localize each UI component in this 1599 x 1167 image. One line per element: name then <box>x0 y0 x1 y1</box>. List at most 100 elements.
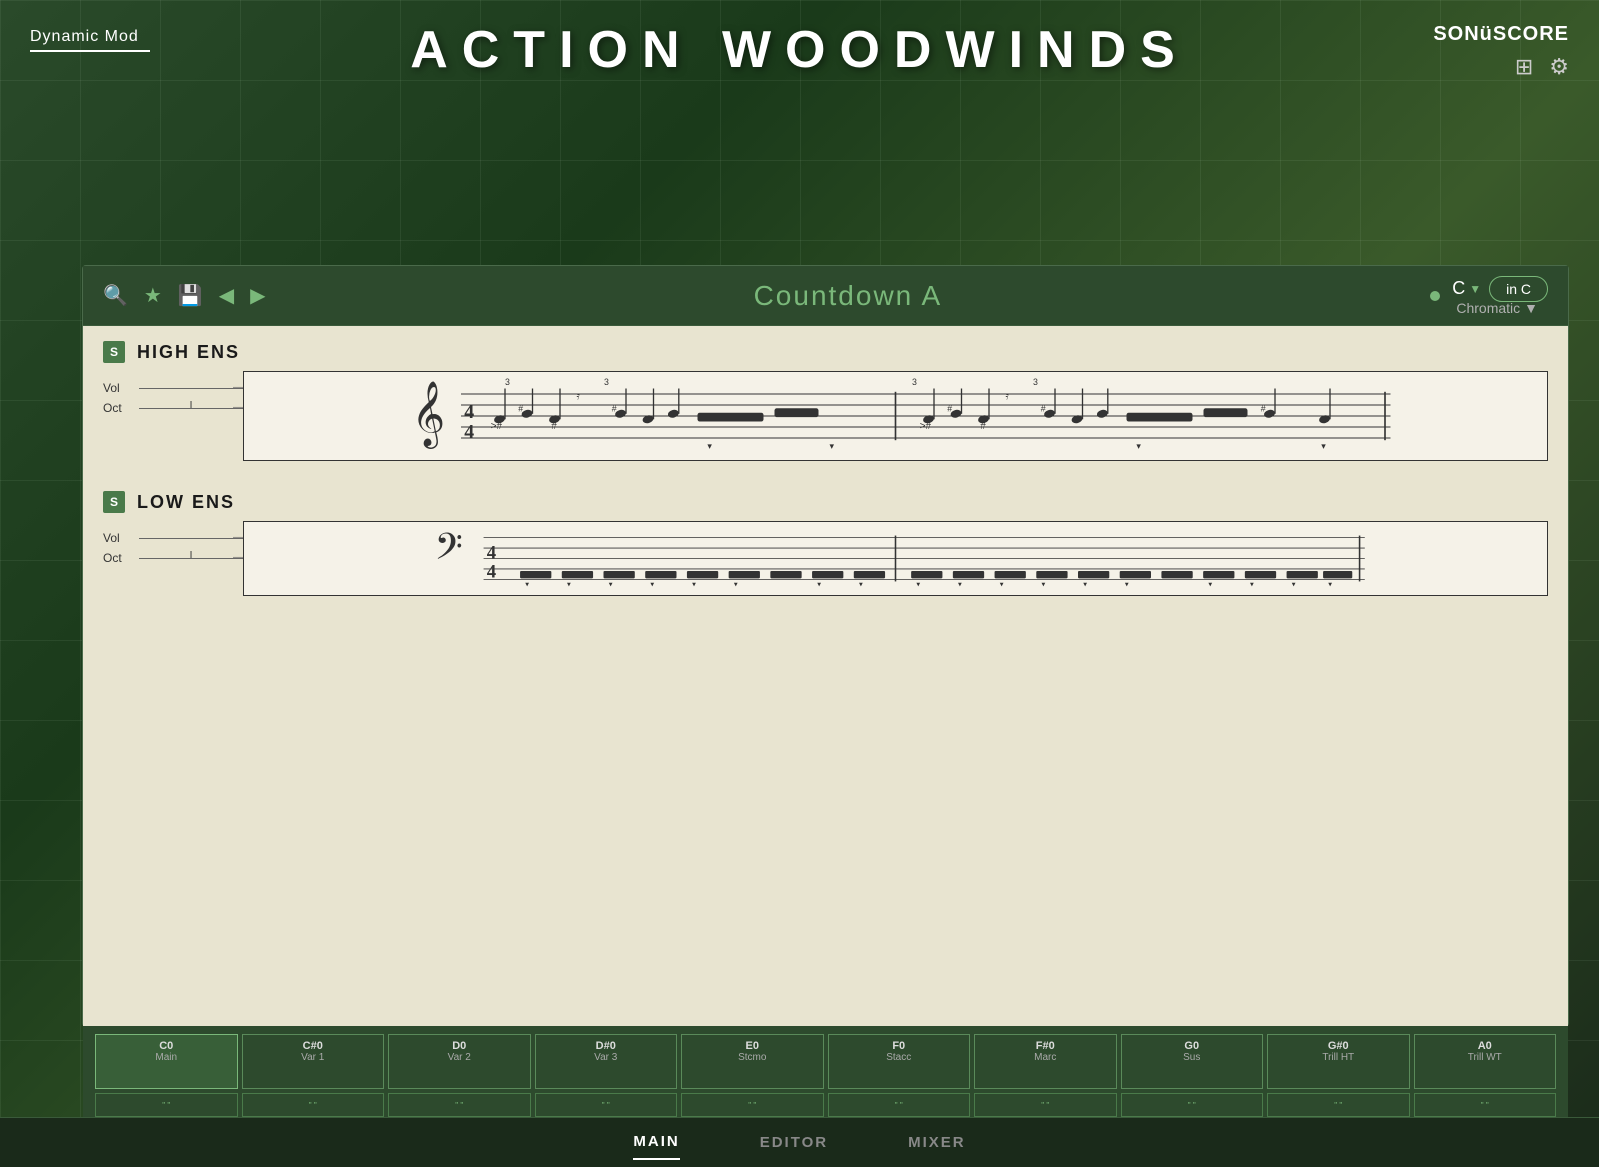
top-icons: ⊞ ⚙ <box>1515 54 1569 80</box>
svg-text:4: 4 <box>487 561 497 582</box>
svg-text:▾: ▾ <box>1083 580 1087 589</box>
low-ens-name: LOW ENS <box>137 492 235 513</box>
key-e0-note: E0 <box>746 1040 759 1052</box>
ind-a0: " " <box>1414 1093 1557 1117</box>
svg-text:#: # <box>947 404 952 414</box>
svg-text:▾: ▾ <box>1250 580 1254 589</box>
svg-text:▾: ▾ <box>734 580 738 589</box>
key-g0-label: Sus <box>1183 1052 1200 1063</box>
ind-ds0: " " <box>535 1093 678 1117</box>
ind-gs0: " " <box>1267 1093 1410 1117</box>
high-ens-s-button[interactable]: S <box>103 341 125 363</box>
key-cs0-note: C#0 <box>303 1040 323 1052</box>
svg-text:4: 4 <box>464 401 474 423</box>
key-f0[interactable]: F0 Stacc <box>828 1034 971 1089</box>
key-c0[interactable]: C0 Main <box>95 1034 238 1089</box>
toolbar-right: C ▼ in C Chromatic ▼ <box>1430 276 1548 316</box>
key-cs0-label: Var 1 <box>301 1052 324 1063</box>
section-low-ens: S LOW ENS Vol — Oct I <box>103 491 1548 596</box>
key-a0-label: Trill WT <box>1468 1052 1502 1063</box>
in-c-button[interactable]: in C <box>1489 276 1548 302</box>
high-ens-score-row: Vol — Oct I — <box>103 371 1548 461</box>
svg-text:▾: ▾ <box>1000 580 1004 589</box>
tab-mixer[interactable]: MIXER <box>908 1126 966 1159</box>
low-ens-oct-row: Oct I — <box>103 551 243 565</box>
ind-cs0: " " <box>242 1093 385 1117</box>
low-ens-s-button[interactable]: S <box>103 491 125 513</box>
star-icon[interactable]: ★ <box>144 283 162 308</box>
key-dot <box>1430 291 1440 301</box>
svg-text:>#: ># <box>920 421 932 432</box>
svg-text:3: 3 <box>505 377 510 387</box>
svg-text:▾: ▾ <box>817 580 821 589</box>
key-g0-note: G0 <box>1184 1040 1199 1052</box>
svg-text:▾: ▾ <box>1136 441 1141 451</box>
svg-text:▾: ▾ <box>609 580 613 589</box>
low-ens-vol-row: Vol — <box>103 531 243 545</box>
svg-text:𝄞: 𝄞 <box>412 381 446 450</box>
scale-value: Chromatic <box>1456 300 1520 316</box>
high-ens-header: S HIGH ENS <box>103 341 1548 363</box>
settings-icon[interactable]: ⚙ <box>1549 54 1569 80</box>
low-ens-score-row: Vol — Oct I — <box>103 521 1548 596</box>
key-cs0[interactable]: C#0 Var 1 <box>242 1034 385 1089</box>
high-ens-controls: Vol — Oct I — <box>103 371 243 421</box>
key-e0[interactable]: E0 Stcmo <box>681 1034 824 1089</box>
svg-text:#: # <box>551 421 557 432</box>
high-ens-oct-label: Oct <box>103 401 131 415</box>
toolbar-left: 🔍 ★ 💾 ◀ ▶ <box>103 283 266 308</box>
key-fs0[interactable]: F#0 Marc <box>974 1034 1117 1089</box>
key-ds0[interactable]: D#0 Var 3 <box>535 1034 678 1089</box>
svg-text:𝄿: 𝄿 <box>577 391 581 403</box>
scale-selector[interactable]: Chromatic ▼ <box>1456 300 1538 316</box>
svg-text:▾: ▾ <box>916 580 920 589</box>
high-ens-notation: 𝄞 4 4 ># 3 <box>243 371 1548 461</box>
ind-d0: " " <box>388 1093 531 1117</box>
svg-text:▾: ▾ <box>525 580 529 589</box>
key-g0[interactable]: G0 Sus <box>1121 1034 1264 1089</box>
prev-icon[interactable]: ◀ <box>219 283 234 308</box>
save-icon[interactable]: 💾 <box>178 283 203 308</box>
key-selector[interactable]: C ▼ <box>1452 278 1481 299</box>
high-ens-oct-row: Oct I — <box>103 401 243 415</box>
high-ens-vol-row: Vol — <box>103 381 243 395</box>
next-icon[interactable]: ▶ <box>250 283 265 308</box>
tab-main[interactable]: MAIN <box>633 1125 679 1160</box>
svg-text:▾: ▾ <box>1292 580 1296 589</box>
high-ens-vol-label: Vol <box>103 381 131 395</box>
toolbar: 🔍 ★ 💾 ◀ ▶ Countdown A C ▼ in C Chromatic <box>83 266 1568 326</box>
low-ens-notation: 𝄢 4 4 ▾ ▾ ▾ <box>243 521 1548 596</box>
svg-text:#: # <box>1041 404 1046 414</box>
key-c0-label: Main <box>155 1052 177 1063</box>
ind-g0: " " <box>1121 1093 1264 1117</box>
key-ds0-label: Var 3 <box>594 1052 617 1063</box>
key-a0[interactable]: A0 Trill WT <box>1414 1034 1557 1089</box>
svg-text:▾: ▾ <box>650 580 654 589</box>
bottom-tabs: MAIN EDITOR MIXER <box>0 1117 1599 1167</box>
key-indicator-row: " " " " " " " " " " " " " " " " " " " " <box>95 1093 1556 1117</box>
key-row: C ▼ in C <box>1452 276 1548 302</box>
key-gs0-label: Trill HT <box>1322 1052 1354 1063</box>
plugin-panel: 🔍 ★ 💾 ◀ ▶ Countdown A C ▼ in C Chromatic <box>82 265 1569 1027</box>
mixer-icon[interactable]: ⊞ <box>1515 54 1533 80</box>
key-gs0[interactable]: G#0 Trill HT <box>1267 1034 1410 1089</box>
svg-text:▾: ▾ <box>830 441 835 451</box>
svg-text:▾: ▾ <box>1125 580 1129 589</box>
keys-top-row: C0 Main C#0 Var 1 D0 Var 2 D#0 Var 3 E0 … <box>95 1034 1556 1089</box>
brand-logo: SONüSCORE <box>1433 20 1569 46</box>
svg-text:#: # <box>980 421 986 432</box>
key-a0-note: A0 <box>1478 1040 1492 1052</box>
svg-text:3: 3 <box>912 377 917 387</box>
svg-text:#: # <box>612 404 617 414</box>
key-dropdown-arrow: ▼ <box>1469 282 1481 296</box>
tab-editor[interactable]: EDITOR <box>760 1126 828 1159</box>
key-e0-label: Stcmo <box>738 1052 766 1063</box>
svg-text:▾: ▾ <box>707 441 712 451</box>
search-icon[interactable]: 🔍 <box>103 283 128 308</box>
score-content: S HIGH ENS Vol — Oct I <box>83 326 1568 1026</box>
svg-text:4: 4 <box>464 421 474 443</box>
low-ens-header: S LOW ENS <box>103 491 1548 513</box>
key-ds0-note: D#0 <box>596 1040 616 1052</box>
key-d0[interactable]: D0 Var 2 <box>388 1034 531 1089</box>
low-ens-vol-label: Vol <box>103 531 131 545</box>
